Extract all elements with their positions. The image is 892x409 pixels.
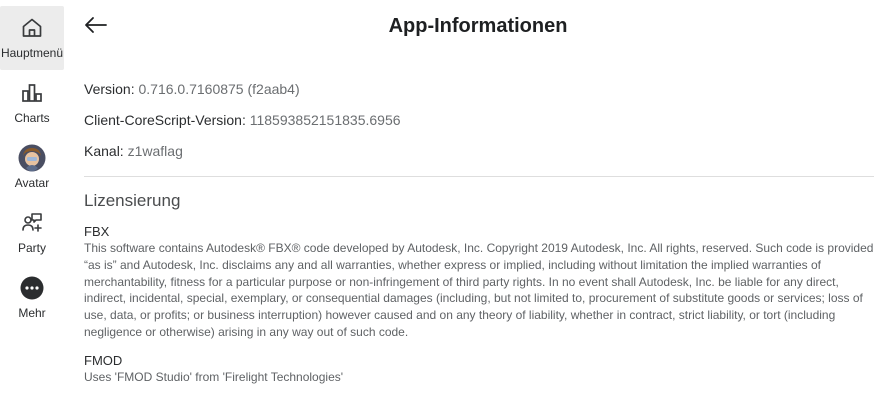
sidebar-item-charts[interactable]: Charts	[0, 71, 64, 135]
sidebar-item-more[interactable]: Mehr	[0, 266, 64, 330]
license-name-fbx: FBX	[84, 224, 110, 239]
party-icon	[18, 209, 46, 237]
page-title: App-Informationen	[388, 15, 568, 37]
license-text-fmod: Uses 'FMOD Studio' from 'Firelight Techn…	[84, 370, 344, 384]
sidebar-item-label: Charts	[14, 111, 50, 125]
sidebar-item-avatar[interactable]: Avatar	[0, 136, 64, 200]
channel-value: z1waflag	[127, 143, 183, 159]
page-title-container: App-Informationen	[64, 15, 892, 38]
divider	[84, 176, 874, 177]
sidebar-item-label: Mehr	[18, 306, 46, 320]
version-value: 0.716.0.7160875 (f2aab4)	[138, 81, 300, 97]
sidebar-item-label: Party	[17, 241, 46, 255]
channel-row: Kanal: z1waflag	[84, 143, 183, 159]
sidebar-item-home[interactable]: Hauptmenü	[0, 6, 64, 70]
sidebar-item-party[interactable]: Party	[0, 201, 64, 265]
sidebar-item-label: Hauptmenü	[0, 46, 64, 60]
sidebar-item-label: Avatar	[14, 176, 50, 190]
avatar-icon	[18, 144, 46, 172]
version-label: Version:	[84, 81, 135, 97]
more-icon	[18, 274, 46, 302]
license-text-fbx: This software contains Autodesk® FBX® co…	[84, 241, 874, 339]
version-row: Version: 0.716.0.7160875 (f2aab4)	[84, 81, 300, 97]
license-name-fmod: FMOD	[84, 353, 123, 368]
corescript-row: Client-CoreScript-Version: 1185938521518…	[84, 112, 401, 128]
home-icon	[18, 14, 46, 42]
channel-label: Kanal:	[84, 143, 124, 159]
charts-icon	[18, 79, 46, 107]
sidebar-nav: Hauptmenü Charts Avatar Party Mehr	[0, 0, 64, 409]
licensing-title: Lizensierung	[84, 191, 181, 210]
corescript-value: 118593852151835.6956	[249, 112, 401, 128]
corescript-label: Client-CoreScript-Version:	[84, 112, 246, 128]
